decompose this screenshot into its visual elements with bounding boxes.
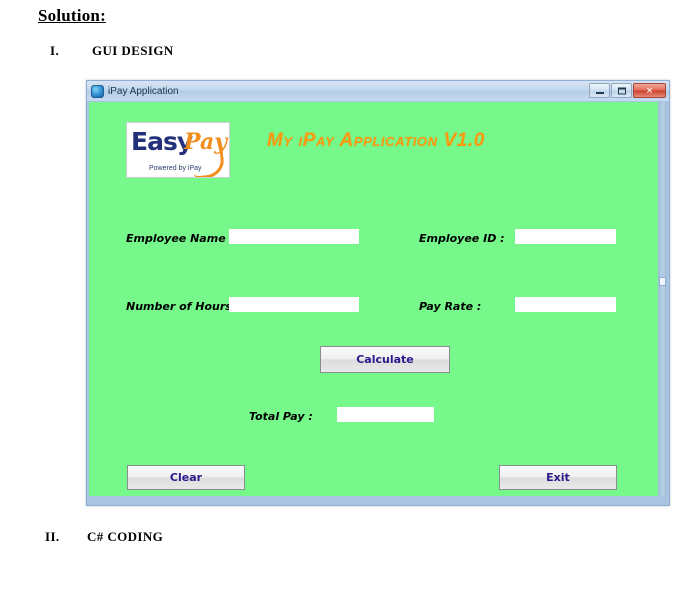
minimize-icon	[595, 92, 604, 95]
maximize-button[interactable]	[611, 83, 632, 98]
form-canvas: Easy Pay Powered by iPay My iPay Applica…	[89, 102, 659, 496]
employee-name-label: Employee Name :	[126, 232, 234, 245]
employee-id-label: Employee ID :	[419, 232, 505, 245]
easypay-logo: Easy Pay Powered by iPay	[126, 122, 230, 178]
exit-button[interactable]: Exit	[499, 465, 617, 490]
number-of-hours-label: Number of Hours :	[126, 300, 241, 313]
minimize-button[interactable]	[589, 83, 610, 98]
logo-tagline: Powered by iPay	[149, 165, 202, 172]
application-title: My iPay Application V1.0	[267, 130, 485, 151]
form-vertical-scrollbar[interactable]	[658, 102, 667, 496]
section-label: GUI DESIGN	[92, 43, 174, 58]
employee-id-input[interactable]	[515, 229, 616, 244]
pay-rate-label: Pay Rate :	[419, 300, 482, 313]
number-of-hours-input[interactable]	[229, 297, 359, 312]
close-button[interactable]: ✕	[633, 83, 666, 98]
total-pay-output[interactable]	[337, 407, 434, 422]
maximize-icon	[617, 87, 626, 94]
app-icon	[91, 84, 104, 98]
section-item-csharp-coding: II. C# CODING	[45, 529, 163, 545]
clear-button[interactable]: Clear	[127, 465, 245, 490]
page-title: Solution:	[38, 6, 106, 25]
section-label: C# CODING	[87, 529, 164, 544]
window-title: iPay Application	[108, 85, 179, 97]
close-icon: ✕	[645, 85, 654, 95]
pay-rate-input[interactable]	[515, 297, 616, 312]
total-pay-label: Total Pay :	[249, 410, 313, 423]
scrollbar-thumb[interactable]	[659, 277, 666, 286]
logo-primary-text: Easy	[131, 127, 193, 156]
ipay-application-window: iPay Application ✕ Easy Pay Powered by i…	[86, 80, 670, 506]
section-numeral: I.	[50, 43, 60, 58]
calculate-button[interactable]: Calculate	[320, 346, 450, 373]
employee-name-input[interactable]	[229, 229, 359, 244]
window-controls: ✕	[589, 83, 666, 98]
section-item-gui-design: I. GUI DESIGN	[50, 43, 174, 59]
window-titlebar: iPay Application ✕	[87, 81, 669, 101]
section-numeral: II.	[45, 529, 60, 544]
logo-swoosh-icon	[191, 147, 226, 177]
